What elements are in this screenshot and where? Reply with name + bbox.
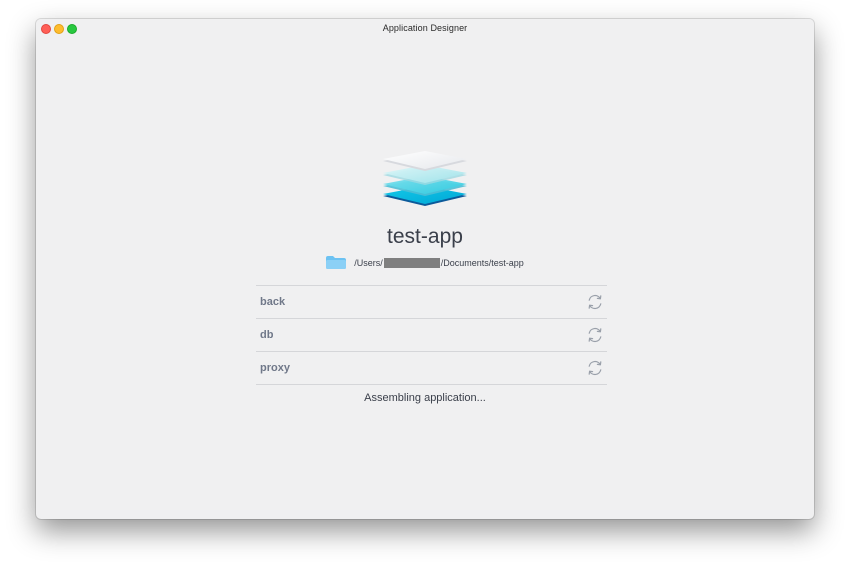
service-name: proxy (260, 362, 290, 374)
title-bar[interactable]: Application Designer (36, 19, 814, 37)
folder-icon (326, 256, 347, 269)
refresh-icon (588, 294, 602, 310)
application-window: Application Designer test-app /Users/ /D… (36, 19, 814, 519)
service-list: back db proxy (256, 285, 607, 385)
project-path: /Users/ /Documents/test-app (36, 256, 814, 269)
service-name: db (260, 329, 274, 341)
service-name: back (260, 296, 286, 308)
redacted-username (383, 257, 440, 268)
service-row-proxy[interactable]: proxy (256, 351, 607, 385)
app-name: test-app (387, 225, 463, 248)
refresh-icon (588, 360, 602, 376)
refresh-icon (588, 327, 602, 343)
window-title: Application Designer (382, 23, 468, 33)
path-suffix: /Documents/test-app (440, 257, 524, 268)
service-row-back[interactable]: back (256, 285, 607, 318)
status-message: Assembling application... (364, 392, 486, 404)
service-row-db[interactable]: db (256, 318, 607, 351)
layered-stack-icon (383, 151, 467, 206)
path-prefix: /Users/ (354, 257, 383, 268)
